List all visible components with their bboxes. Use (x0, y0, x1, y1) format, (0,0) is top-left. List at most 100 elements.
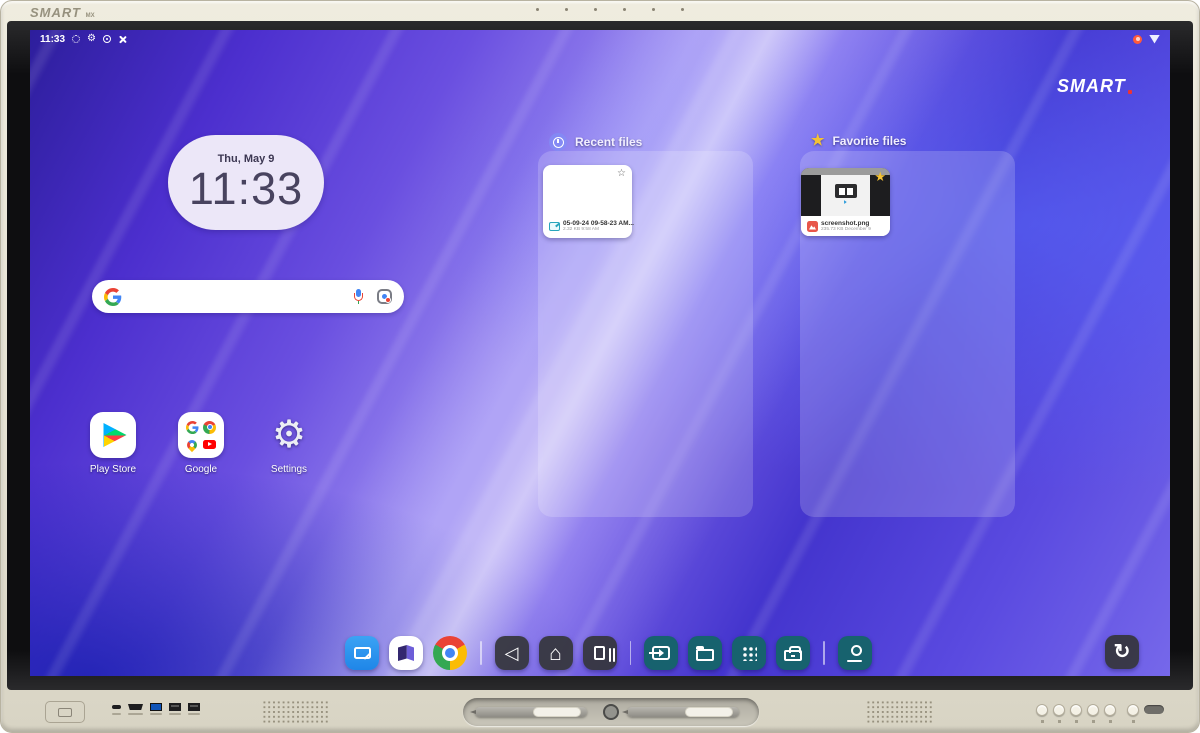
bezel-brand-sub: MX (86, 13, 95, 19)
file-meta: 2.32 KB 9:58 AM (563, 227, 634, 232)
image-file-icon (807, 221, 818, 232)
google-folder-icon (178, 412, 224, 458)
bezel-brand-text: SMART (30, 5, 81, 20)
toolbox-icon (784, 650, 802, 661)
status-time: 11:33 (40, 34, 65, 45)
star-outline-icon[interactable]: ☆ (617, 168, 626, 179)
favorite-files-title: Favorite files (832, 134, 906, 148)
file-meta: 235.73 KB December 9 (821, 227, 871, 232)
maps-mini-icon (185, 437, 199, 451)
circle-status-icon (103, 35, 111, 43)
play-store-icon (90, 412, 136, 458)
microphone-array (536, 8, 684, 11)
pen-tray-button (603, 704, 619, 720)
mic-dot (565, 8, 568, 11)
account-button[interactable] (838, 636, 872, 670)
clock-widget[interactable]: Thu, May 9 11:33 (168, 135, 324, 230)
home-icon: ⌂ (549, 643, 562, 664)
recent-file-card[interactable]: ☆ 05-09-24 09-58-23 AM... 2.32 KB 9:58 A… (543, 165, 632, 238)
stylus-pen (627, 707, 739, 717)
settings-gear-icon: ⚙ (272, 412, 306, 458)
status-bar-left: 11:33 ⚙ (40, 34, 127, 45)
favorite-file-card[interactable]: ★ screenshot.png 235.73 KB December 9 (801, 168, 890, 236)
app-play-store[interactable]: Play Store (72, 412, 154, 475)
whiteboard-app-button[interactable] (345, 636, 379, 670)
screen-badge-icon (58, 708, 72, 717)
wallpaper-brand-logo: SMART (1057, 76, 1132, 97)
recent-files-header: Recent files (549, 133, 642, 151)
brand-red-dot (1128, 90, 1132, 94)
front-control-buttons (1036, 704, 1164, 716)
bottom-bezel (0, 690, 1200, 733)
thumbnail-dialog (835, 184, 857, 198)
file-info: screenshot.png 235.73 KB December 9 (801, 216, 890, 236)
record-status-icon (72, 35, 80, 43)
whiteboard-icon (354, 647, 371, 659)
smart-board-display: SMART MX 11:33 ⚙ SMART Thu, M (0, 0, 1200, 733)
input-source-button[interactable] (644, 636, 678, 670)
speaker-grille (262, 700, 328, 724)
hdmi-port (128, 704, 143, 710)
recent-files-title: Recent files (575, 135, 642, 149)
clock-time: 11:33 (189, 165, 303, 212)
port-label (169, 713, 181, 715)
recents-button[interactable] (583, 636, 617, 670)
files-button[interactable] (688, 636, 722, 670)
star-filled-icon[interactable]: ★ (874, 169, 886, 185)
stylus-pen (475, 707, 587, 717)
chrome-browser-button[interactable] (433, 636, 467, 670)
control-button (1070, 704, 1082, 716)
dock: ◁ ⌂ (345, 635, 872, 671)
port-label (188, 713, 200, 715)
voice-search-icon[interactable] (353, 289, 363, 304)
back-button[interactable]: ◁ (495, 636, 529, 670)
toolbox-button[interactable] (776, 636, 810, 670)
refresh-button[interactable]: ↻ (1105, 635, 1139, 669)
speaker-grille (866, 700, 932, 724)
app-settings[interactable]: ⚙ Settings (248, 412, 330, 475)
ir-sensor-window (1144, 705, 1164, 714)
control-button (1104, 704, 1116, 716)
notebook-player-button[interactable] (389, 636, 423, 670)
recents-icon (594, 646, 605, 660)
usb-c-port (112, 705, 121, 709)
mic-dot (623, 8, 626, 11)
control-button (1087, 704, 1099, 716)
dock-divider (480, 641, 482, 665)
star-icon: ★ (811, 133, 824, 148)
input-icon (652, 646, 670, 660)
status-bar: 11:33 ⚙ (30, 30, 1170, 48)
app-folder-google[interactable]: Google (160, 412, 242, 475)
front-ports (112, 703, 200, 711)
youtube-mini-icon (203, 440, 216, 449)
file-name: screenshot.png (821, 220, 871, 227)
wallpaper-brand-text: SMART (1057, 76, 1126, 97)
google-search-bar[interactable] (92, 280, 404, 313)
usb3-port (150, 703, 162, 711)
pen-tray (463, 698, 759, 726)
bezel-brand-logo: SMART MX (30, 5, 95, 20)
google-lens-icon[interactable] (377, 289, 392, 304)
whiteboard-file-icon (549, 222, 560, 231)
google-g-icon (104, 288, 122, 306)
file-name: 05-09-24 09-58-23 AM... (563, 220, 634, 227)
rotate-icon: ↻ (1114, 642, 1131, 662)
mic-dot (536, 8, 539, 11)
android-home-screen: 11:33 ⚙ SMART Thu, May 9 11:33 (30, 30, 1170, 676)
app-label: Play Store (90, 464, 136, 475)
home-button[interactable]: ⌂ (539, 636, 573, 670)
dock-divider (630, 641, 632, 665)
power-button (1127, 704, 1139, 716)
screenshot-thumbnail: ★ (801, 168, 890, 216)
apps-button[interactable] (732, 636, 766, 670)
back-icon: ◁ (505, 644, 519, 662)
play-triangle-icon (102, 423, 127, 448)
mic-dot (594, 8, 597, 11)
notebook-player-icon (398, 645, 414, 661)
apps-grid-icon (742, 646, 757, 661)
chrome-mini-icon (203, 421, 216, 434)
port-label (150, 713, 162, 715)
folder-icon (696, 649, 714, 661)
control-button (1053, 704, 1065, 716)
screen-record-icon (1133, 35, 1142, 44)
